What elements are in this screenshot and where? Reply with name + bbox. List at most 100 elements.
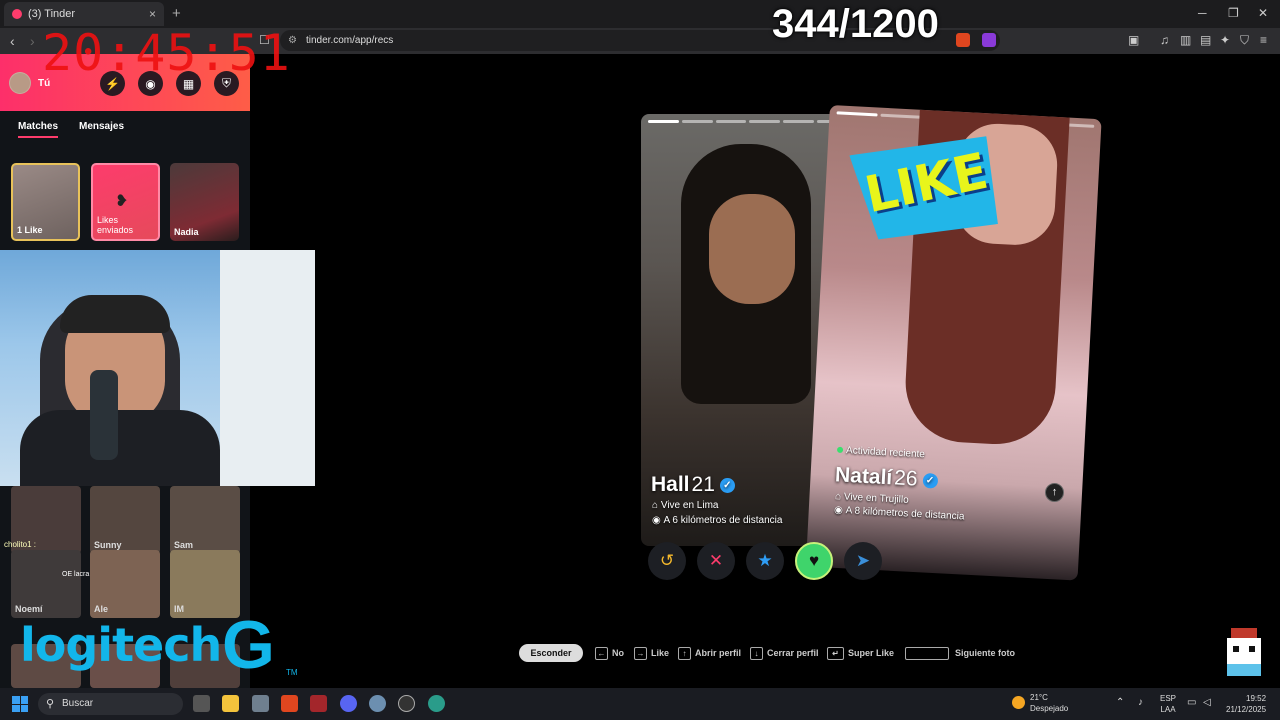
open-profile-icon[interactable]: ↑ [1045, 483, 1064, 502]
pin-icon: ◉ [652, 515, 661, 526]
verified-icon: ✓ [922, 472, 938, 489]
list-item-name: Sunny [94, 540, 122, 550]
logitech-logo: logitech [20, 618, 222, 672]
home-icon: ⌂ [834, 491, 842, 503]
weather-icon [1012, 696, 1025, 709]
shortcut-label: Super Like [848, 647, 895, 658]
shelf [220, 250, 315, 486]
back-icon[interactable]: ‹ [10, 33, 15, 49]
browser-tab[interactable]: (3) Tinder × [4, 2, 164, 26]
lang-bottom: LAA [1160, 705, 1176, 714]
new-tab-button[interactable]: + [172, 5, 181, 22]
stream-clock: 20:45:51 [42, 24, 291, 82]
weather-widget[interactable]: 21°C Despejado [1030, 692, 1068, 714]
language-indicator[interactable]: ESP LAA [1160, 693, 1176, 715]
verified-icon: ✓ [719, 478, 735, 493]
pin-icon: ◉ [833, 504, 844, 517]
close-window-button[interactable]: ✕ [1258, 6, 1268, 20]
task-view-icon[interactable] [193, 695, 210, 712]
store-icon[interactable] [252, 695, 269, 712]
screenshot-icon[interactable]: ▣ [1128, 33, 1139, 47]
user-avatar[interactable] [9, 72, 31, 94]
forward-icon[interactable]: › [30, 33, 35, 49]
chat-message: OE lacra [62, 571, 89, 578]
sidebar-toggle-icon[interactable]: ▥ [1180, 33, 1191, 47]
profile-name-text: Hall [651, 473, 690, 496]
tab-messages[interactable]: Mensajes [79, 121, 124, 132]
search-placeholder: Buscar [62, 698, 94, 709]
tinder-favicon-icon [12, 9, 22, 19]
down-arrow-key-icon: ↓ [750, 647, 763, 660]
activity-dot-icon [836, 446, 844, 454]
pixel-mascot-icon [1227, 628, 1261, 676]
hide-shortcuts-button[interactable]: Esconder [519, 644, 583, 662]
shortcut-open-profile: ↑ Abrir perfil [678, 647, 741, 660]
volume-icon[interactable]: ◁ [1203, 697, 1211, 708]
brave-shield-icon[interactable] [956, 33, 970, 47]
profile-location: ⌂ Vive en Lima [652, 500, 718, 511]
likes-card[interactable]: 1 Like [11, 163, 80, 241]
settings-icon[interactable] [369, 695, 386, 712]
wallet-icon[interactable]: ▤ [1200, 33, 1211, 47]
profile-age: 21 [691, 473, 715, 496]
windows-start-icon[interactable] [12, 696, 28, 712]
distance-text: A 6 kilómetros de distancia [663, 515, 783, 526]
discord-icon[interactable] [340, 695, 357, 712]
shortcut-label: Cerrar perfil [767, 647, 819, 658]
rewind-button[interactable]: ↺ [648, 542, 686, 580]
match-card-nadia[interactable]: Nadia [170, 163, 239, 241]
maximize-button[interactable]: ❐ [1228, 6, 1239, 20]
app-icon[interactable] [310, 695, 327, 712]
shortcut-close-profile: ↓ Cerrar perfil [750, 647, 819, 660]
likes-sent-card[interactable]: ❥ Likes enviados [91, 163, 160, 241]
bottle [90, 370, 118, 460]
weather-temp: 21°C [1030, 693, 1048, 702]
boost-button[interactable]: ➤ [844, 542, 882, 580]
list-item[interactable]: Sunny [90, 486, 160, 554]
tab-title: (3) Tinder [28, 8, 76, 20]
streamer-hair [60, 295, 170, 333]
brave-browser-icon[interactable] [281, 695, 298, 712]
location-text: Vive en Lima [660, 500, 719, 511]
webcam-overlay [0, 250, 315, 486]
leo-ai-icon[interactable]: ✦ [1220, 33, 1230, 47]
url-text: tinder.com/app/recs [306, 35, 394, 46]
shortcut-label: Siguiente foto [955, 647, 1015, 658]
time: 19:52 [1246, 694, 1267, 703]
chevron-up-icon[interactable]: ⌃ [1116, 697, 1124, 708]
chat-user: cholito1 : [4, 540, 37, 549]
shortcut-like: → Like [634, 647, 669, 660]
shortcut-next-photo: Siguiente foto [905, 647, 1015, 660]
lang-top: ESP [1160, 694, 1177, 703]
shortcut-label: Like [651, 647, 670, 658]
media-icon[interactable]: ♫ [1160, 33, 1169, 47]
menu-icon[interactable]: ≡ [1260, 33, 1267, 47]
app-icon[interactable] [428, 695, 445, 712]
clock-widget[interactable]: 19:52 21/12/2025 [1226, 693, 1266, 715]
tab-matches[interactable]: Matches [18, 121, 59, 138]
nope-button[interactable]: ✕ [697, 542, 735, 580]
shortcut-label: No [612, 647, 624, 658]
shortcut-no: ← No [595, 647, 624, 660]
list-item[interactable]: Sam [170, 486, 240, 554]
taskbar-search[interactable]: ⚲ Buscar [38, 693, 183, 715]
vpn-icon[interactable]: ⛉ [1240, 33, 1249, 48]
minimize-button[interactable]: ─ [1198, 6, 1207, 20]
enter-key-icon: ↵ [827, 647, 844, 660]
super-like-button[interactable]: ★ [746, 542, 784, 580]
windows-taskbar: ⚲ Buscar 21°C Despejado ⌃ ♪ ESP LAA ▭ ◁ … [0, 688, 1280, 720]
spacebar-key-icon [905, 647, 949, 660]
file-explorer-icon[interactable] [222, 695, 239, 712]
list-item[interactable]: Noemí [11, 550, 81, 618]
brave-rewards-icon[interactable] [982, 33, 996, 47]
logitech-g-logo: G [222, 607, 275, 683]
network-icon[interactable]: ▭ [1187, 697, 1196, 708]
like-button[interactable]: ♥ [795, 542, 833, 580]
list-item[interactable]: Ale [90, 550, 160, 618]
list-item-name: Noemí [15, 604, 43, 614]
tab-close-icon[interactable]: × [149, 7, 156, 21]
mic-icon[interactable]: ♪ [1138, 697, 1143, 708]
shortcut-super-like: ↵ Super Like [827, 647, 894, 660]
obs-icon[interactable] [398, 695, 415, 712]
profile-photo-face [709, 194, 795, 304]
